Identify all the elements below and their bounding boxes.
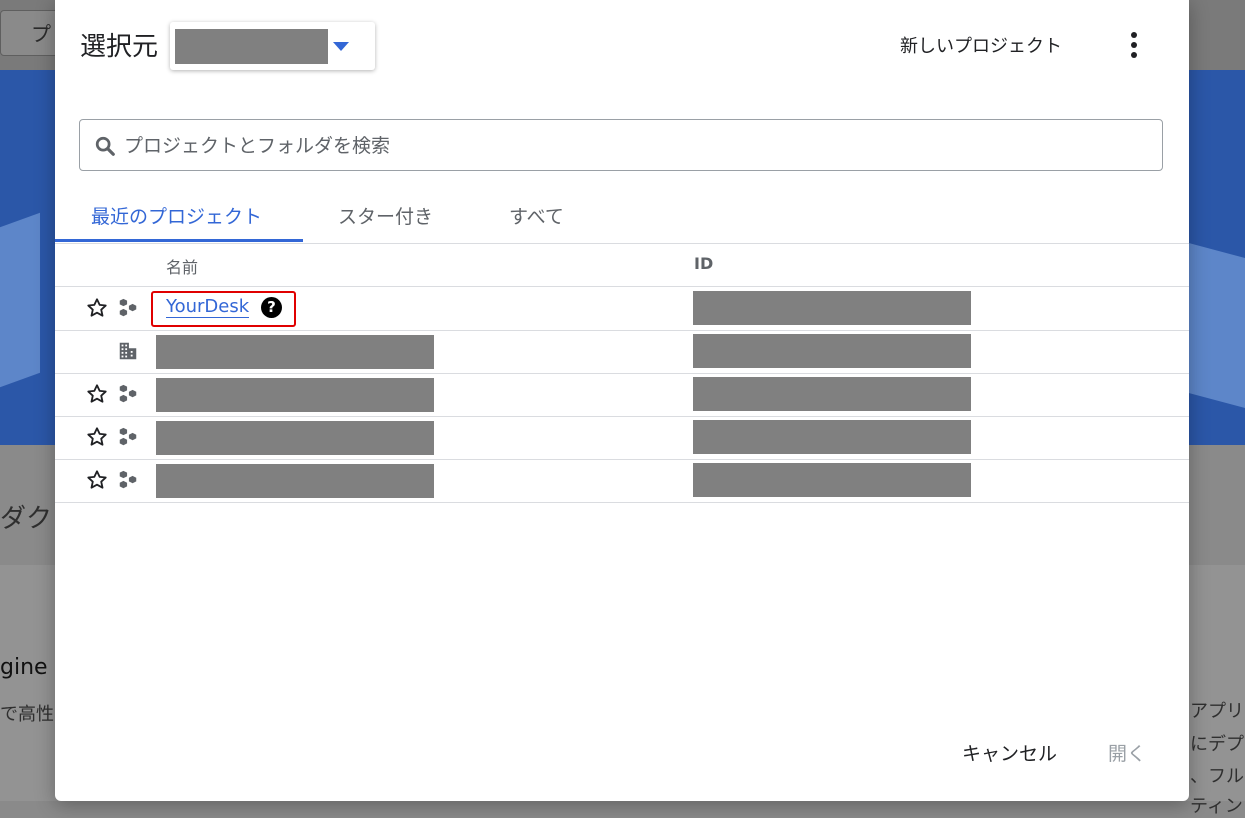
background-button: プ	[0, 10, 60, 56]
organization-select[interactable]	[170, 22, 375, 70]
open-button[interactable]: 開く	[1108, 739, 1146, 766]
table-row[interactable]: YourDesk ?	[55, 287, 1189, 331]
tab-recent-projects[interactable]: 最近のプロジェクト	[91, 202, 262, 229]
background-shape	[1185, 241, 1245, 409]
column-header-name: 名前	[166, 258, 199, 277]
cancel-button[interactable]: キャンセル	[962, 739, 1057, 766]
search-box	[79, 119, 1163, 171]
more-vert-icon[interactable]	[1123, 28, 1145, 62]
background-text: で高性	[0, 704, 54, 725]
table-row[interactable]	[55, 416, 1189, 460]
table-row[interactable]	[55, 373, 1189, 417]
active-tab-indicator	[55, 239, 303, 242]
new-project-button[interactable]: 新しいプロジェクト	[900, 32, 1062, 58]
project-name-redacted	[156, 378, 434, 412]
project-picker-dialog: 選択元 新しいプロジェクト 最近のプロジェクト スター付き すべて 名前 ID	[55, 0, 1189, 801]
project-hexagons-icon	[119, 384, 137, 403]
background-button-label: プ	[31, 22, 51, 46]
project-hexagons-icon	[119, 470, 137, 489]
star-outline-icon[interactable]	[86, 383, 108, 405]
background-text: にデプ	[1190, 734, 1244, 755]
dropdown-arrow-icon	[333, 42, 349, 51]
project-id-redacted	[693, 334, 971, 368]
project-name-redacted	[156, 421, 434, 455]
background-text: ティン	[1190, 796, 1243, 817]
help-icon[interactable]: ?	[261, 297, 282, 318]
tab-bar: 最近のプロジェクト スター付き すべて	[55, 190, 1189, 244]
project-name-redacted	[156, 464, 434, 498]
background-text: gine	[0, 655, 48, 680]
organization-building-icon	[119, 342, 137, 360]
project-name-link[interactable]: YourDesk	[166, 297, 250, 318]
column-header-id: ID	[694, 254, 714, 273]
search-icon	[95, 136, 115, 156]
select-from-label: 選択元	[80, 32, 159, 62]
project-id-redacted	[693, 291, 971, 325]
project-id-redacted	[693, 377, 971, 411]
star-outline-icon[interactable]	[86, 469, 108, 491]
background-text: 、フル	[1190, 766, 1244, 787]
star-outline-icon[interactable]	[86, 297, 108, 319]
project-id-redacted	[693, 420, 971, 454]
project-id-redacted	[693, 463, 971, 497]
project-hexagons-icon	[119, 427, 137, 446]
search-input[interactable]	[122, 128, 1146, 164]
table-row[interactable]	[55, 459, 1189, 503]
star-outline-icon[interactable]	[86, 426, 108, 448]
project-hexagons-icon	[119, 298, 137, 317]
tab-starred[interactable]: スター付き	[338, 202, 433, 229]
organization-name-redacted	[175, 29, 328, 64]
background-shape	[0, 212, 40, 388]
tab-all[interactable]: すべて	[509, 202, 564, 229]
project-name-redacted	[156, 335, 434, 369]
background-text: アプリ	[1190, 701, 1244, 722]
table-row[interactable]	[55, 330, 1189, 374]
